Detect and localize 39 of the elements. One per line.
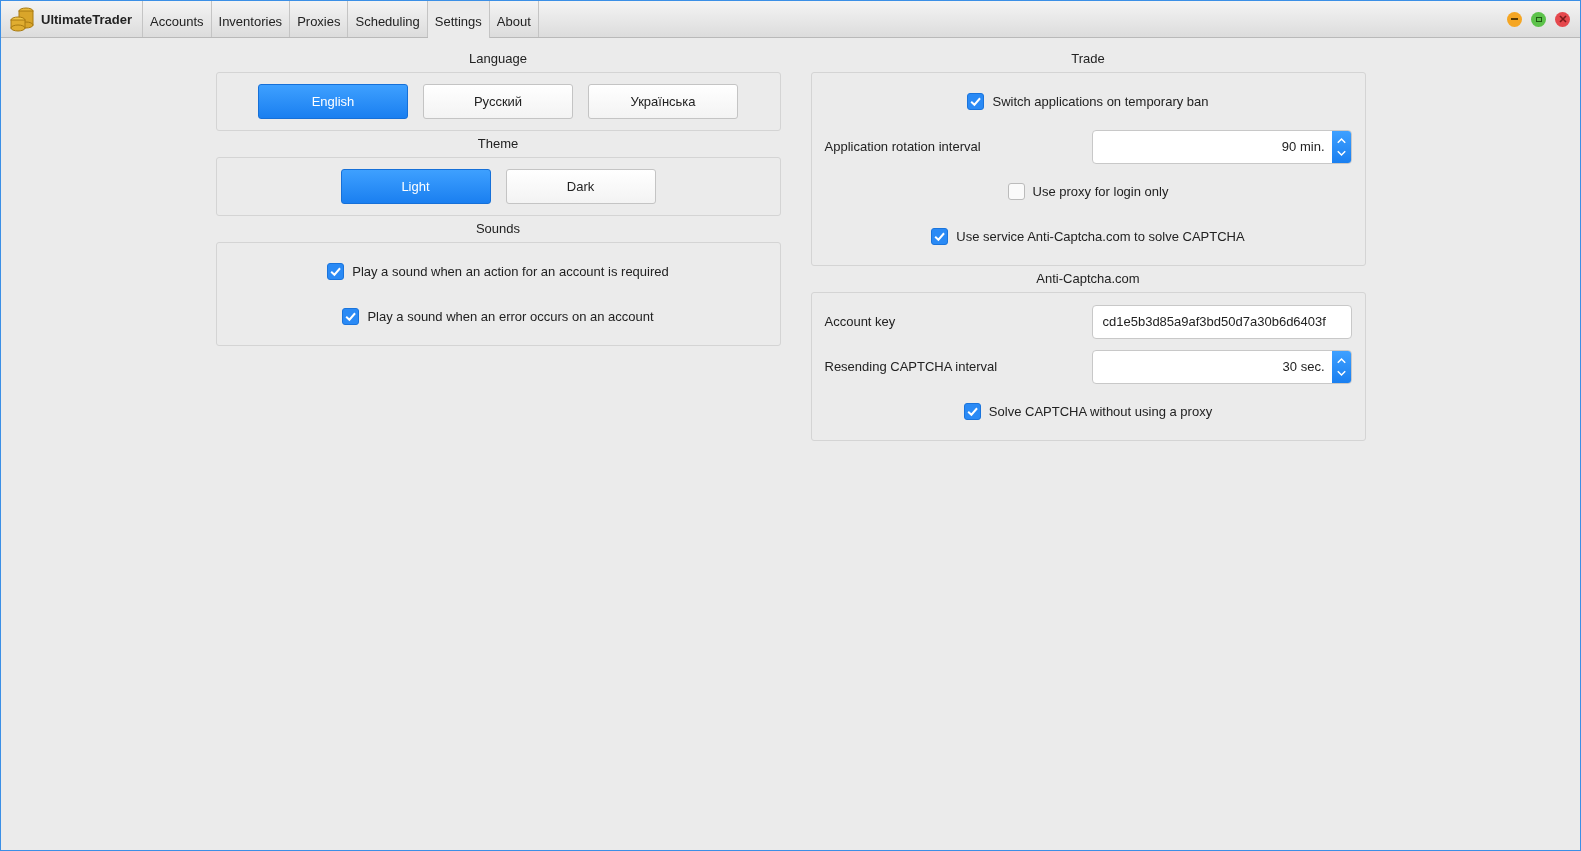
tab[interactable]: Accounts xyxy=(143,1,212,37)
close-icon[interactable] xyxy=(1555,11,1570,27)
checkbox-label: Switch applications on temporary ban xyxy=(992,94,1209,109)
checkbox-label: Play a sound when an action for an account is required xyxy=(352,264,669,279)
coins-icon xyxy=(9,6,35,32)
option-button[interactable]: Русский xyxy=(423,84,573,119)
checkbox-label: Use service Anti-Captcha.com to solve CAPTCHA xyxy=(956,229,1245,244)
checkbox[interactable] xyxy=(342,308,360,325)
spin-field[interactable]: 90 min. xyxy=(1091,129,1352,164)
field-label: Application rotation interval xyxy=(824,139,981,154)
spin-field[interactable]: 30 sec. xyxy=(1091,349,1352,384)
section-title: Theme xyxy=(476,135,520,153)
checkbox-label: Solve CAPTCHA without using a proxy xyxy=(988,404,1213,419)
checkbox-label: Use proxy for login only xyxy=(1032,184,1169,199)
minimize-icon[interactable] xyxy=(1507,11,1522,27)
tab[interactable]: About xyxy=(489,1,539,37)
option-button[interactable]: Українська xyxy=(588,84,738,119)
checkbox[interactable] xyxy=(1007,183,1025,200)
option-button[interactable]: Dark xyxy=(505,169,656,204)
checkbox[interactable] xyxy=(967,93,985,110)
checkbox[interactable] xyxy=(327,263,345,280)
section-title: Language xyxy=(468,50,528,68)
maximize-icon[interactable] xyxy=(1531,11,1546,27)
checkbox[interactable] xyxy=(963,403,981,420)
tab[interactable]: Inventories xyxy=(211,1,291,37)
checkbox[interactable] xyxy=(931,228,949,245)
tab[interactable]: Scheduling xyxy=(348,1,428,37)
field-label: Account key xyxy=(824,314,896,329)
app-title: UltimateTrader xyxy=(1,1,144,37)
checkbox-label: Play a sound when an error occurs on an account xyxy=(367,309,654,324)
tab[interactable]: Proxies xyxy=(290,1,349,37)
section-title: Trade xyxy=(1070,50,1106,68)
input-field[interactable]: cd1e5b3d85a9af3bd50d7a30b6d6403f xyxy=(1091,304,1352,339)
section-title: Sounds xyxy=(474,220,522,238)
field-label: Resending CAPTCHA interval xyxy=(824,359,998,374)
spinner-arrows-icon[interactable] xyxy=(1331,350,1351,383)
tab[interactable]: Settings xyxy=(427,1,490,38)
spinner-arrows-icon[interactable] xyxy=(1331,130,1351,163)
section-title: Anti-Captcha.com xyxy=(1035,270,1141,288)
